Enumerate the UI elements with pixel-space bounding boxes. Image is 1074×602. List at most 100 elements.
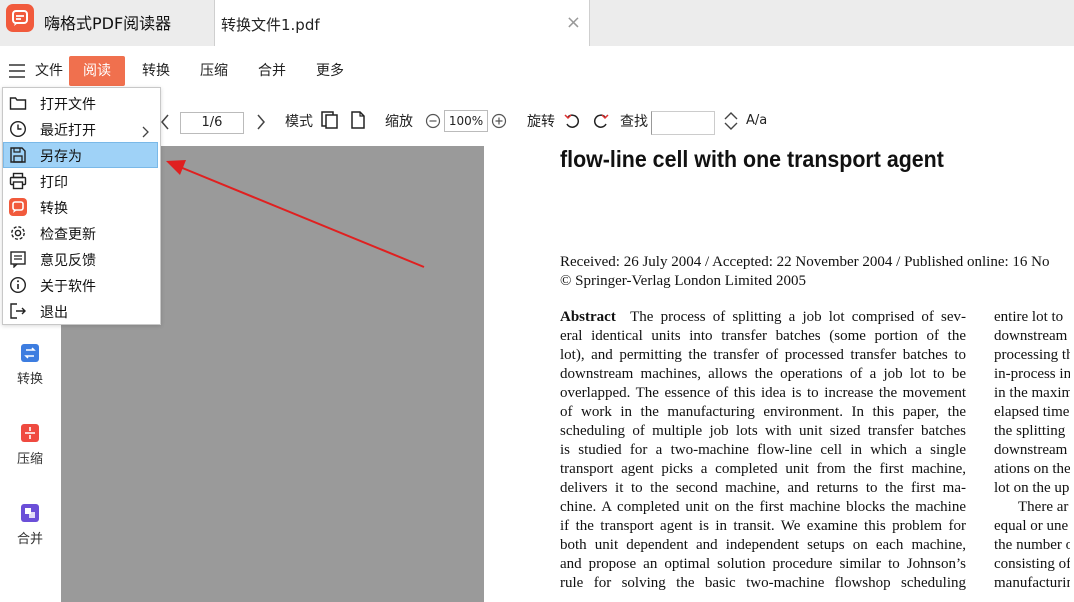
menu-item-label: 打开文件: [40, 97, 96, 113]
sidebar: 转换 压缩 合并: [0, 322, 60, 602]
menu-compress[interactable]: 压缩: [200, 56, 228, 86]
convert-app-icon: [9, 198, 27, 216]
title-bar: 嗨格式PDF阅读器 转换文件1.pdf ×: [0, 0, 1074, 47]
menu-item-open-file[interactable]: 打开文件: [3, 90, 158, 116]
info-icon: [9, 276, 27, 294]
menu-item-feedback[interactable]: 意见反馈: [3, 246, 158, 272]
sidebar-item-label: 转换: [16, 372, 43, 387]
abstract-line: eral identical units into transfer batch…: [560, 328, 966, 344]
menu-file[interactable]: 文件: [35, 56, 63, 86]
gear-icon: [9, 224, 27, 242]
menu-read[interactable]: 阅读: [69, 56, 125, 86]
double-page-icon[interactable]: [321, 111, 339, 133]
zoom-out-icon[interactable]: [425, 113, 441, 133]
rotate-label: 旋转: [527, 114, 555, 130]
compress-icon: [21, 424, 39, 442]
menu-merge[interactable]: 合并: [258, 56, 286, 86]
rotate-left-icon[interactable]: [564, 113, 580, 133]
menu-item-label: 转换: [40, 201, 68, 217]
abstract-line: both unit dependent and independent setu…: [560, 537, 966, 553]
sidebar-item-convert[interactable]: 转换: [0, 344, 60, 387]
menu-item-label: 退出: [40, 305, 68, 321]
folder-icon: [9, 94, 27, 112]
menu-item-save-as[interactable]: 另存为: [3, 142, 158, 168]
column-2-line: in the maxim: [994, 385, 1074, 401]
zoom-in-icon[interactable]: [491, 113, 507, 133]
sidebar-item-label: 合并: [16, 532, 43, 547]
menu-item-about[interactable]: 关于软件: [3, 272, 158, 298]
find-label: 查找: [620, 114, 648, 130]
sidebar-item-label: 压缩: [16, 452, 43, 467]
abstract-line: is studied for a two-machine flow-line c…: [560, 442, 966, 458]
column-2-line: the number o: [994, 537, 1074, 553]
menu-item-print[interactable]: 打印: [3, 168, 158, 194]
abstract-line: chine. A completed unit on the first mac…: [560, 499, 966, 515]
abstract-line: and propose an optimal solution procedur…: [560, 556, 966, 572]
abstract-line: lot), and permitting the transfer of pro…: [560, 347, 966, 363]
app-title: 嗨格式PDF阅读器: [44, 14, 172, 33]
next-page-icon[interactable]: [256, 114, 266, 134]
document-copyright: © Springer-Verlag London Limited 2005: [560, 273, 807, 289]
column-2-line: downstream: [994, 442, 1068, 458]
prev-page-icon[interactable]: [160, 114, 170, 134]
search-input[interactable]: [651, 111, 715, 135]
column-2-line: There ar: [1018, 499, 1069, 515]
abstract-label: Abstract: [560, 309, 631, 325]
menu-item-label: 检查更新: [40, 227, 96, 243]
abstract-line: delivers it to the second machine, and r…: [560, 480, 966, 496]
document-page: flow-line cell with one transport agent …: [484, 146, 1074, 602]
feedback-icon: [9, 250, 27, 269]
rotate-right-icon[interactable]: [593, 113, 609, 133]
document-title: flow-line cell with one transport agent: [560, 146, 944, 172]
column-2-line: elapsed time: [994, 404, 1070, 420]
chevron-right-icon: [142, 123, 150, 142]
tab-label: 转换文件1.pdf: [221, 16, 320, 34]
close-tab-icon[interactable]: ×: [566, 12, 581, 33]
abstract-line: scheduling of multiple job lots with uni…: [560, 423, 966, 439]
menu-item-convert[interactable]: 转换: [3, 194, 158, 220]
file-dropdown-menu: 打开文件 最近打开 另存为 打印 转换 检查更新 意见反馈 关于软件 退出: [2, 87, 161, 325]
menu-item-label: 关于软件: [40, 279, 96, 295]
printer-icon: [9, 172, 27, 190]
menu-item-recent[interactable]: 最近打开: [3, 116, 158, 142]
save-icon: [9, 146, 27, 164]
abstract-line: transport agent picks a completed unit f…: [560, 461, 966, 477]
single-page-icon[interactable]: [350, 111, 366, 133]
scrollbar[interactable]: [1070, 70, 1074, 590]
abstract-line: overlapped. The essence of this idea is …: [560, 385, 966, 401]
sidebar-item-compress[interactable]: 压缩: [0, 424, 60, 467]
column-2-line: equal or une: [994, 518, 1069, 534]
menu-item-check-update[interactable]: 检查更新: [3, 220, 158, 246]
menu-more[interactable]: 更多: [316, 56, 344, 86]
sidebar-item-merge[interactable]: 合并: [0, 504, 60, 547]
clock-icon: [9, 120, 27, 138]
menu-item-exit[interactable]: 退出: [3, 298, 158, 324]
menu-item-label: 打印: [40, 175, 68, 191]
convert-icon: [21, 344, 39, 362]
menu-convert[interactable]: 转换: [142, 56, 170, 86]
page-number-input[interactable]: 1/6: [180, 112, 244, 134]
merge-icon: [21, 504, 39, 522]
app-logo-icon: [6, 4, 34, 32]
column-2-line: lot on the up: [994, 480, 1070, 496]
column-2-line: the splitting: [994, 423, 1066, 439]
column-2-line: manufacturin: [994, 575, 1074, 591]
column-2-line: processing th: [994, 347, 1074, 363]
document-received-line: Received: 26 July 2004 / Accepted: 22 No…: [560, 254, 1050, 270]
hamburger-menu-icon[interactable]: [9, 63, 25, 78]
column-2-line: in-process in: [994, 366, 1072, 382]
menu-item-label: 意见反馈: [40, 253, 96, 269]
column-2-line: entire lot to: [994, 309, 1064, 325]
tab-document[interactable]: 转换文件1.pdf ×: [214, 0, 590, 46]
menu-item-label: 另存为: [40, 149, 82, 165]
zoom-input[interactable]: 100%: [444, 110, 488, 132]
search-nav-icon[interactable]: [723, 111, 739, 135]
match-case-toggle[interactable]: A/a: [746, 113, 767, 128]
exit-icon: [9, 302, 27, 320]
column-2-line: consisting of: [994, 556, 1072, 572]
menu-item-label: 最近打开: [40, 123, 96, 139]
abstract-line: Abstract The process of splitting a job …: [560, 309, 966, 325]
zoom-label: 缩放: [385, 114, 413, 130]
abstract-line: downstream machines, allows the operatio…: [560, 366, 966, 382]
mode-label: 模式: [285, 114, 313, 130]
